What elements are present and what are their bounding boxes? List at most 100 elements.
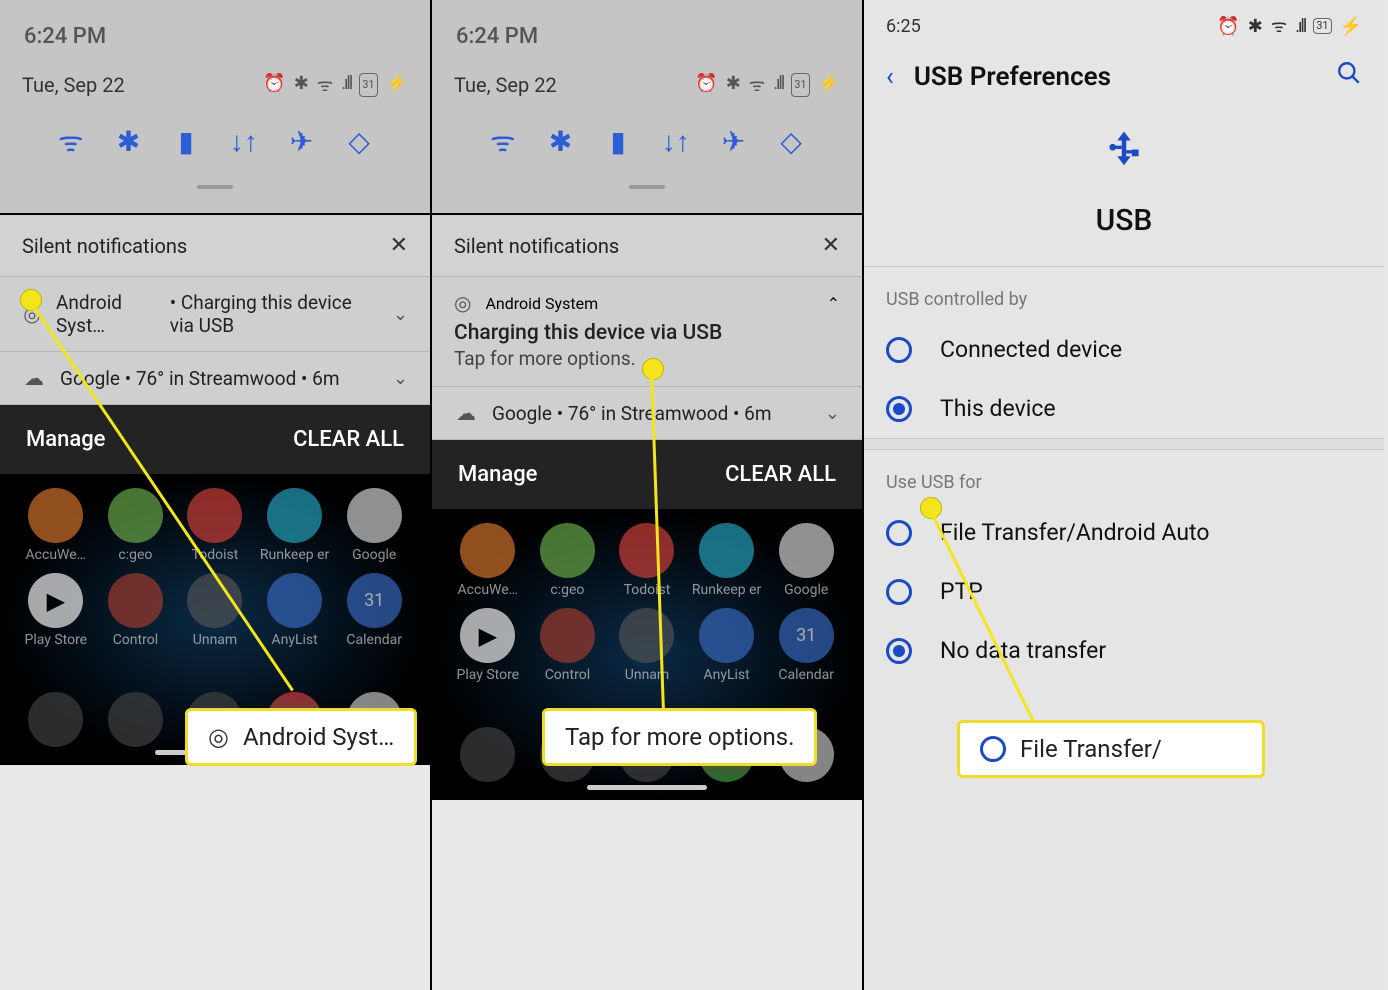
page-title: USB Preferences bbox=[914, 62, 1316, 92]
rotation-lock-icon[interactable]: ◇ bbox=[771, 121, 811, 161]
radio-icon bbox=[886, 337, 912, 363]
bluetooth-icon: ✱ bbox=[294, 73, 309, 97]
radio-label: No data transfer bbox=[940, 637, 1106, 664]
bluetooth-toggle-icon[interactable]: ✱ bbox=[108, 121, 148, 161]
app-todoist[interactable]: Todoist bbox=[179, 488, 251, 563]
section-divider bbox=[864, 438, 1384, 450]
app-folder[interactable] bbox=[100, 692, 172, 751]
chevron-down-icon[interactable]: ⌄ bbox=[825, 403, 840, 424]
app-folder[interactable] bbox=[452, 727, 524, 786]
wifi-icon: ᯤ bbox=[317, 73, 333, 97]
alarm-icon: ⏰ bbox=[1217, 16, 1239, 37]
data-toggle-icon[interactable]: ↓↑ bbox=[656, 121, 696, 161]
section-use-usb-for: Use USB for bbox=[864, 450, 1384, 503]
chevron-down-icon[interactable]: ⌄ bbox=[393, 304, 408, 325]
panel-2-notification-expanded: 6:24 PM Tue, Sep 22 ⏰ ✱ ᯤ .ıll 31 ⚡ ᯤ ✱ … bbox=[432, 0, 864, 990]
callout-text: Tap for more options. bbox=[565, 723, 794, 751]
app-google-folder[interactable]: Google bbox=[338, 488, 410, 563]
app-anylist[interactable]: AnyList bbox=[691, 608, 763, 683]
android-system-icon: ◎ bbox=[454, 291, 471, 315]
bluetooth-icon: ✱ bbox=[1248, 16, 1263, 37]
app-cgeo[interactable]: c:geo bbox=[532, 523, 604, 598]
shade-top: Tue, Sep 22 ⏰ ✱ ᯤ .ıll 31 ⚡ ᯤ ✱ ▮ ↓↑ ✈ ◇ bbox=[0, 59, 430, 215]
clear-all-button[interactable]: CLEAR ALL bbox=[725, 462, 836, 487]
app-playstore[interactable]: ▶Play Store bbox=[20, 573, 92, 648]
shade-drag-handle[interactable] bbox=[629, 185, 665, 189]
rotation-lock-icon[interactable]: ◇ bbox=[339, 121, 379, 161]
radio-label: Connected device bbox=[940, 336, 1122, 363]
charging-icon: ⚡ bbox=[386, 73, 408, 97]
app-todoist[interactable]: Todoist bbox=[611, 523, 683, 598]
app-runkeeper[interactable]: Runkeep er bbox=[259, 488, 331, 563]
radio-connected-device[interactable]: Connected device bbox=[864, 320, 1384, 379]
manage-button[interactable]: Manage bbox=[458, 462, 537, 487]
data-toggle-icon[interactable]: ↓↑ bbox=[224, 121, 264, 161]
notif-app: Android System bbox=[485, 294, 598, 313]
cloud-icon: ☁ bbox=[454, 401, 478, 425]
app-grid: AccuWe… c:geo Todoist Runkeep er Google … bbox=[0, 474, 430, 662]
app-anylist[interactable]: AnyList bbox=[259, 573, 331, 648]
back-icon[interactable]: ‹ bbox=[886, 62, 894, 92]
app-folder[interactable] bbox=[20, 692, 92, 751]
app-playstore[interactable]: ▶Play Store bbox=[452, 608, 524, 683]
radio-ptp[interactable]: PTP bbox=[864, 562, 1384, 621]
app-cgeo[interactable]: c:geo bbox=[100, 488, 172, 563]
shade-date: Tue, Sep 22 bbox=[22, 73, 125, 97]
radio-no-data-transfer[interactable]: No data transfer bbox=[864, 621, 1384, 680]
notif-text: Google • 76° in Streamwood • 6m bbox=[492, 402, 771, 425]
app-google-folder[interactable]: Google bbox=[770, 523, 842, 598]
app-calendar[interactable]: 31Calendar bbox=[770, 608, 842, 683]
app-control[interactable]: Control bbox=[532, 608, 604, 683]
wifi-toggle-icon[interactable]: ᯤ bbox=[51, 121, 91, 161]
radio-icon bbox=[886, 579, 912, 605]
signal-icon: .ıll bbox=[1295, 16, 1305, 37]
callout-file-transfer: File Transfer/ bbox=[957, 720, 1265, 778]
clear-all-button[interactable]: CLEAR ALL bbox=[293, 427, 404, 452]
notif-title: Charging this device via USB bbox=[454, 321, 840, 345]
alarm-icon: ⏰ bbox=[695, 73, 717, 97]
chevron-down-icon[interactable]: ⌄ bbox=[393, 368, 408, 389]
signal-icon: .ıll bbox=[341, 73, 351, 97]
app-accuweather[interactable]: AccuWe… bbox=[20, 488, 92, 563]
notif-android-system[interactable]: ◎ Android Syst… • Charging this device v… bbox=[0, 277, 430, 352]
flashlight-icon[interactable]: ▮ bbox=[166, 121, 206, 161]
shade-drag-handle[interactable] bbox=[197, 185, 233, 189]
notif-google-weather[interactable]: ☁ Google • 76° in Streamwood • 6m ⌄ bbox=[0, 352, 430, 405]
flashlight-icon[interactable]: ▮ bbox=[598, 121, 638, 161]
battery-icon: 31 bbox=[359, 73, 377, 97]
callout-android-system: ◎ Android Syst… bbox=[185, 708, 417, 766]
app-control[interactable]: Control bbox=[100, 573, 172, 648]
status-icons: ⏰ ✱ ᯤ .ıll 31 ⚡ bbox=[695, 73, 840, 97]
close-icon[interactable]: ✕ bbox=[822, 233, 840, 258]
airplane-icon[interactable]: ✈ bbox=[713, 121, 753, 161]
wifi-icon: ᯤ bbox=[749, 73, 765, 97]
nav-handle[interactable] bbox=[587, 785, 707, 790]
charging-icon: ⚡ bbox=[1340, 16, 1362, 37]
android-system-icon: ◎ bbox=[208, 723, 229, 751]
usb-icon bbox=[864, 127, 1384, 195]
status-bar: 6:24 PM bbox=[432, 0, 862, 59]
battery-icon: 31 bbox=[1313, 18, 1331, 34]
radio-this-device[interactable]: This device bbox=[864, 379, 1384, 438]
shade-actions: Manage CLEAR ALL bbox=[0, 405, 430, 474]
bluetooth-toggle-icon[interactable]: ✱ bbox=[540, 121, 580, 161]
section-usb-controlled-by: USB controlled by bbox=[864, 267, 1384, 320]
chevron-up-icon[interactable]: ⌃ bbox=[827, 294, 840, 313]
notif-google-weather[interactable]: ☁ Google • 76° in Streamwood • 6m ⌄ bbox=[432, 387, 862, 440]
search-icon[interactable] bbox=[1336, 60, 1362, 93]
notif-title: Android Syst… bbox=[56, 291, 156, 337]
quick-settings: ᯤ ✱ ▮ ↓↑ ✈ ◇ bbox=[454, 97, 840, 181]
wifi-toggle-icon[interactable]: ᯤ bbox=[483, 121, 523, 161]
status-bar: 6:25 ⏰ ✱ ᯤ .ıll 31 ⚡ bbox=[864, 0, 1384, 42]
manage-button[interactable]: Manage bbox=[26, 427, 105, 452]
app-calendar[interactable]: 31Calendar bbox=[338, 573, 410, 648]
usb-label: USB bbox=[864, 203, 1384, 238]
close-icon[interactable]: ✕ bbox=[390, 233, 408, 258]
notif-subtitle: • Charging this device via USB bbox=[170, 291, 379, 337]
app-unnam[interactable]: Unnam bbox=[611, 608, 683, 683]
airplane-icon[interactable]: ✈ bbox=[281, 121, 321, 161]
status-bar: 6:24 PM bbox=[0, 0, 430, 59]
app-accuweather[interactable]: AccuWe… bbox=[452, 523, 524, 598]
battery-icon: 31 bbox=[791, 73, 809, 97]
app-runkeeper[interactable]: Runkeep er bbox=[691, 523, 763, 598]
